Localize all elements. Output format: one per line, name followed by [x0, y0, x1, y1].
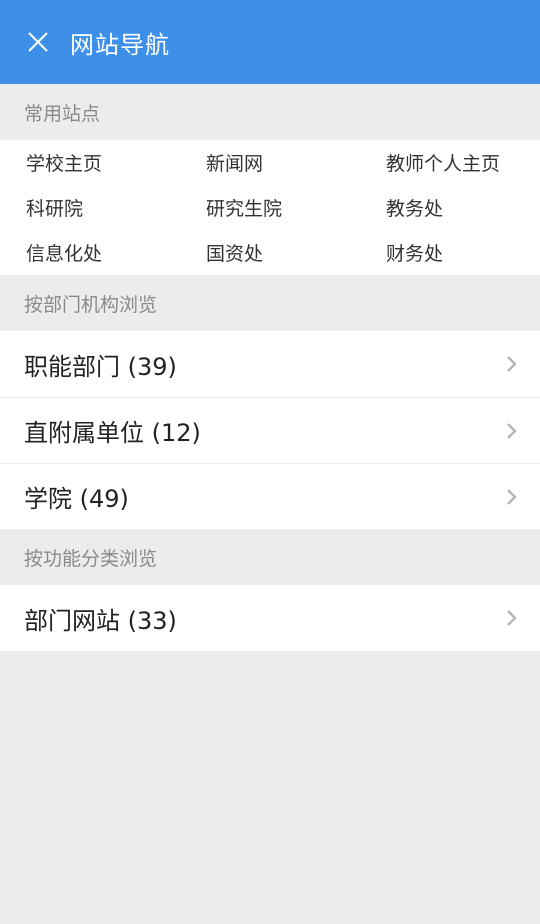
chevron-right-icon [506, 421, 518, 441]
department-list: 职能部门 (39) 直附属单位 (12) 学院 (49) [0, 331, 540, 529]
list-item-department-websites[interactable]: 部门网站 (33) [0, 585, 540, 651]
list-item-label: 职能部门 (39) [24, 352, 177, 381]
close-icon [26, 30, 50, 54]
site-link-finance-office[interactable]: 财务处 [360, 230, 540, 275]
app-header: 网站导航 [0, 0, 540, 84]
site-link-it-office[interactable]: 信息化处 [0, 230, 180, 275]
site-link-teacher-homepage[interactable]: 教师个人主页 [360, 140, 540, 185]
common-sites-grid: 学校主页 新闻网 教师个人主页 科研院 研究生院 教务处 信息化处 国资处 财务… [0, 140, 540, 275]
chevron-right-icon [506, 354, 518, 374]
close-button[interactable] [26, 30, 50, 54]
page-title: 网站导航 [70, 30, 170, 59]
site-link-research-institute[interactable]: 科研院 [0, 185, 180, 230]
site-link-academic-affairs[interactable]: 教务处 [360, 185, 540, 230]
section-header-common-sites: 常用站点 [0, 84, 540, 140]
list-item-label: 直附属单位 (12) [24, 419, 201, 447]
function-list: 部门网站 (33) [0, 585, 540, 651]
site-link-school-home[interactable]: 学校主页 [0, 140, 180, 185]
chevron-right-icon [506, 608, 518, 628]
list-item-label: 部门网站 (33) [24, 606, 177, 635]
site-link-news[interactable]: 新闻网 [180, 140, 360, 185]
section-header-by-function: 按功能分类浏览 [0, 529, 540, 585]
list-item-affiliated-units[interactable]: 直附属单位 (12) [0, 397, 540, 463]
chevron-right-icon [506, 487, 518, 507]
site-link-assets-office[interactable]: 国资处 [180, 230, 360, 275]
section-header-by-department: 按部门机构浏览 [0, 275, 540, 331]
list-item-functional-departments[interactable]: 职能部门 (39) [0, 331, 540, 397]
list-item-label: 学院 (49) [24, 485, 129, 513]
site-link-graduate-school[interactable]: 研究生院 [180, 185, 360, 230]
list-item-colleges[interactable]: 学院 (49) [0, 463, 540, 529]
